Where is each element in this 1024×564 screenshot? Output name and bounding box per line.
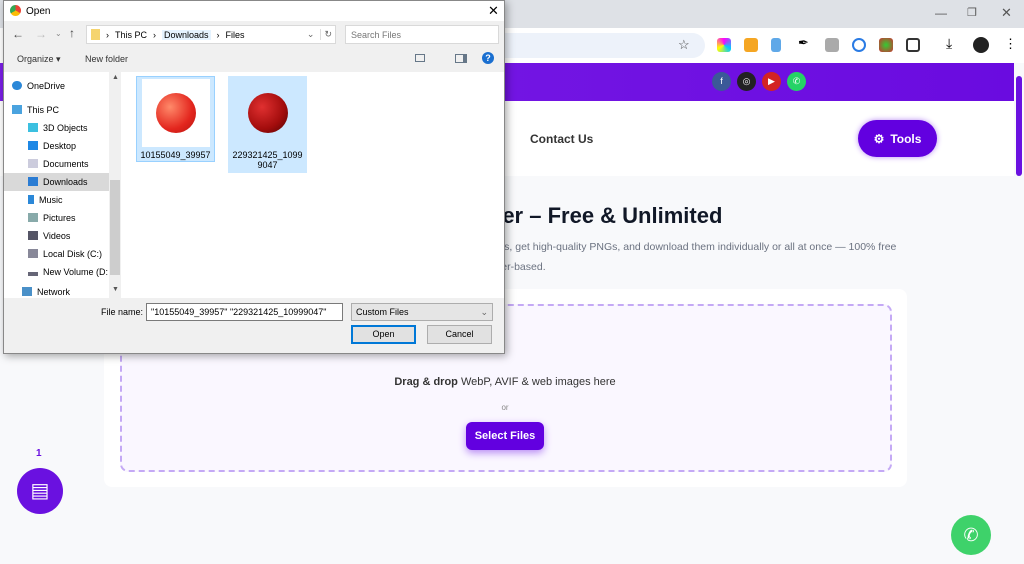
this-pc-icon [12,105,22,114]
navigation-pane: OneDrive This PC 3D Objects Desktop Docu… [4,72,121,298]
open-button[interactable]: Open [351,325,416,344]
chevron-down-icon: ⌄ [480,307,488,317]
nav-documents[interactable]: Documents [43,159,89,169]
onedrive-icon [12,81,22,90]
close-window-button[interactable]: ✕ [1001,5,1012,21]
clipboard-ext-icon[interactable] [771,38,781,52]
folder-icon [91,29,100,40]
tools-button[interactable]: ⚙ Tools [858,120,937,157]
nav-videos[interactable]: Videos [43,231,70,241]
select-files-button[interactable]: Select Files [466,422,544,450]
eyedropper-icon[interactable]: ✒ [798,35,812,50]
drive-icon [28,272,38,276]
drop-text: Drag & drop WebP, AVIF & web images here [0,376,1010,388]
music-icon [28,195,34,204]
downloads-icon [28,177,38,186]
3d-objects-icon [28,123,38,132]
minimize-button[interactable]: — [935,6,947,20]
cancel-button[interactable]: Cancel [427,325,492,344]
puzzle-icon[interactable] [906,38,920,52]
breadcrumb[interactable]: › This PC › Downloads › Files ⌄ ↻ [86,25,336,44]
nav-music[interactable]: Music [39,195,63,205]
local-disk-icon [28,249,38,258]
page-subtitle: les, get high-quality PNGs, and download… [496,241,897,253]
file-type-value: Custom Files [356,307,409,317]
file-list: 10155049_39957 229321425_10999047 [121,72,504,298]
chat-icon[interactable]: ▤ [17,468,63,514]
file-name-input[interactable]: "10155049_39957" "229321425_10999047" [146,303,343,321]
page-title: ter – Free & Unlimited [495,203,723,228]
seo-ext-icon[interactable] [744,38,758,52]
view-options-icon[interactable] [415,54,425,62]
refresh-icon[interactable]: ↻ [320,29,335,40]
whatsapp-icon[interactable]: ✆ [787,72,806,91]
restore-button[interactable]: ❐ [967,6,977,19]
file-type-select[interactable]: Custom Files ⌄ [351,303,493,321]
nav-downloads[interactable]: Downloads [43,177,88,187]
nav-pictures[interactable]: Pictures [43,213,76,223]
dialog-close-button[interactable]: ✕ [488,3,499,19]
or-label: or [501,403,509,412]
open-file-dialog: Open ✕ ← → ⌄ ↑ › This PC › Downloads › Fil… [3,0,505,354]
nav-3d-objects[interactable]: 3D Objects [43,123,88,133]
apple-thumbnail [141,79,210,147]
file-item[interactable]: 229321425_10999047 [228,76,307,173]
desktop-icon [28,141,38,150]
youtube-icon[interactable]: ▶ [762,72,781,91]
up-arrow-icon[interactable]: ↑ [69,26,75,40]
nav-desktop[interactable]: Desktop [43,141,76,151]
drop-text-bold: Drag & drop [394,376,458,388]
file-item[interactable]: 10155049_39957 [136,76,215,162]
search-files-input[interactable]: Search Files [345,25,499,44]
nav-local-disk[interactable]: Local Disk (C:) [43,249,102,259]
facebook-icon[interactable]: f [712,72,731,91]
dialog-title: Open [26,6,51,17]
back-arrow-icon[interactable]: ← [12,27,24,41]
new-folder-button[interactable]: New folder [85,54,128,64]
gear-icon: ⚙ [873,131,885,146]
preview-pane-icon[interactable] [455,54,467,63]
network-icon [22,287,32,296]
dialog-title-bar: Open ✕ [4,1,504,21]
copyright-ext-icon[interactable] [852,38,866,52]
videos-icon [28,231,38,240]
file-name: 10155049_39957 [140,150,211,160]
nav-scrollbar[interactable]: ▲ ▼ [109,72,121,298]
breadcrumb-downloads[interactable]: Downloads [162,29,211,40]
apple-thumbnail [233,79,302,147]
breadcrumb-files[interactable]: Files [226,30,245,40]
profile-avatar[interactable] [973,37,989,53]
menu-icon[interactable]: ⋮ [1004,36,1017,52]
forward-arrow-icon[interactable]: → [35,27,47,41]
nav-network[interactable]: Network [37,287,70,297]
tools-label: Tools [890,131,922,146]
nav-new-volume[interactable]: New Volume (D:) [43,267,108,277]
organize-button[interactable]: Organize ▾ [17,54,61,65]
chrome-icon [10,5,21,16]
chat-badge: 1 [36,448,42,459]
whatsapp-float-icon[interactable]: ✆ [951,515,991,555]
nav-onedrive[interactable]: OneDrive [27,81,65,91]
nav-contact-us[interactable]: Contact Us [530,132,593,146]
file-name-value: "10155049_39957" "229321425_10999047" [151,307,327,317]
color-picker-ext-icon[interactable] [717,38,731,52]
address-bar[interactable]: ☆ [480,33,705,58]
address-dropdown-icon[interactable]: ⌄ [307,29,315,40]
page-scrollbar[interactable] [1016,76,1022,176]
recent-chevron-icon[interactable]: ⌄ [55,29,62,38]
drop-text-rest: WebP, AVIF & web images here [457,376,616,388]
instagram-icon[interactable]: ◎ [737,72,756,91]
download-icon[interactable]: ⤓ [946,35,952,52]
file-name: 229321425_10999047 [232,150,303,170]
bookmark-star-icon[interactable]: ☆ [678,37,690,53]
nav-this-pc[interactable]: This PC [27,105,59,115]
help-icon[interactable]: ? [482,52,494,64]
pictures-icon [28,213,38,222]
documents-icon [28,159,38,168]
code-ext-icon[interactable] [825,38,839,52]
globe-ext-icon[interactable] [879,38,893,52]
file-name-label: File name: [101,307,144,317]
breadcrumb-this-pc[interactable]: This PC [115,30,147,40]
